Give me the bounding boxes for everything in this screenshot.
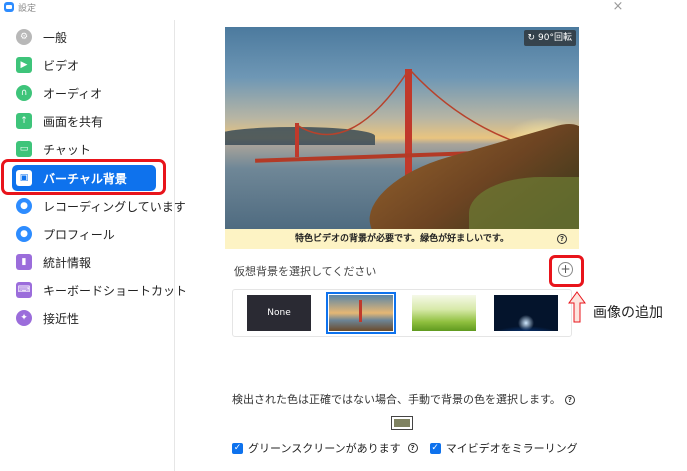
sidebar-item-label: ビデオ <box>43 58 80 73</box>
sidebar-item-label: レコーディングしています <box>43 199 186 214</box>
color-swatch-fill <box>394 419 410 427</box>
help-icon[interactable]: ? <box>557 234 567 244</box>
sidebar-item-recording[interactable]: ● レコーディングしています <box>12 193 186 219</box>
sidebar-item-accessibility[interactable]: ✦ 接近性 <box>12 305 156 331</box>
choose-background-label: 仮想背景を選択してください <box>234 265 377 278</box>
background-thumbnails: None <box>232 289 572 337</box>
title-bar: 設定 × <box>0 0 640 14</box>
sidebar-item-keyboard-shortcuts[interactable]: ⌨ キーボードショートカット <box>12 277 187 303</box>
video-icon: ▶ <box>16 57 32 73</box>
window-title: 設定 <box>18 4 37 14</box>
sidebar-item-label: 一般 <box>43 30 68 45</box>
green-screen-checkbox[interactable]: ✓ <box>232 442 243 454</box>
close-button[interactable]: × <box>611 0 625 14</box>
background-color-picker[interactable] <box>391 416 413 430</box>
color-detect-text: 検出された色は正確ではない場合、手動で背景の色を選択します。? <box>232 391 575 407</box>
notice-text: 特色ビデオの背景が必要です。緑色が好ましいです。 <box>295 234 509 244</box>
sidebar-item-label: 画面を共有 <box>43 114 104 129</box>
thumbnail-grass[interactable] <box>412 295 476 331</box>
background-preview: ↻ 90°回転 <box>225 27 579 229</box>
thumbnail-golden-gate[interactable] <box>326 292 396 334</box>
sidebar-item-video[interactable]: ▶ ビデオ <box>12 52 156 78</box>
sidebar-item-audio[interactable]: ∩ オーディオ <box>12 80 156 106</box>
keyboard-icon: ⌨ <box>16 282 32 298</box>
add-image-button[interactable]: + <box>558 262 573 277</box>
thumbnail-none[interactable]: None <box>247 295 311 331</box>
zoom-logo-icon <box>4 2 14 12</box>
chat-icon: ▭ <box>16 141 32 157</box>
accessibility-icon: ✦ <box>16 310 32 326</box>
sidebar-item-chat[interactable]: ▭ チャット <box>12 136 156 162</box>
sidebar-item-share-screen[interactable]: ↑ 画面を共有 <box>12 108 156 134</box>
sidebar-item-label: プロフィール <box>43 227 115 242</box>
share-screen-icon: ↑ <box>16 113 32 129</box>
help-icon[interactable]: ? <box>564 395 575 405</box>
sidebar-item-label: 接近性 <box>43 311 80 326</box>
options-row: ✓ グリーンスクリーンがあります ? ✓ マイビデオをミラーリング <box>232 440 578 456</box>
profile-icon: ● <box>16 226 32 242</box>
record-icon: ● <box>16 198 32 214</box>
sidebar-item-label: オーディオ <box>43 86 103 101</box>
rotate-90-button[interactable]: ↻ 90°回転 <box>523 30 576 46</box>
mirror-video-label: マイビデオをミラーリング <box>445 442 578 455</box>
sidebar-item-profile[interactable]: ● プロフィール <box>12 221 156 247</box>
callout-add-image-text: 画像の追加 <box>593 305 663 321</box>
headphone-icon: ∩ <box>16 85 32 101</box>
thumbnail-earth[interactable] <box>494 295 558 331</box>
rotate-label: 90°回転 <box>538 33 572 43</box>
sidebar-item-label: バーチャル背景 <box>43 171 127 186</box>
sidebar-item-general[interactable]: ⚙ 一般 <box>12 24 156 50</box>
sidebar-item-label: キーボードショートカット <box>43 283 188 298</box>
virtual-background-icon: ▣ <box>16 170 32 186</box>
help-icon[interactable]: ? <box>407 443 418 453</box>
sidebar-item-label: 統計情報 <box>43 255 92 270</box>
rotate-icon: ↻ <box>527 33 536 43</box>
mirror-video-checkbox[interactable]: ✓ <box>429 442 441 454</box>
sidebar-item-virtual-background[interactable]: ▣ バーチャル背景 <box>12 165 156 191</box>
gear-icon: ⚙ <box>16 29 32 45</box>
detect-label: 検出された色は正確ではない場合、手動で背景の色を選択します。 <box>232 393 561 406</box>
sidebar-item-statistics[interactable]: ▮ 統計情報 <box>12 249 156 275</box>
up-arrow-icon <box>568 291 586 323</box>
green-screen-label: グリーンスクリーンがあります <box>248 442 401 455</box>
settings-sidebar: ⚙ 一般 ▶ ビデオ ∩ オーディオ ↑ 画面を共有 ▭ チャット ▣ バーチャ… <box>0 20 187 471</box>
stats-icon: ▮ <box>16 254 32 270</box>
green-screen-notice: 特色ビデオの背景が必要です。緑色が好ましいです。 ? <box>225 229 579 249</box>
sidebar-item-label: チャット <box>43 142 91 157</box>
